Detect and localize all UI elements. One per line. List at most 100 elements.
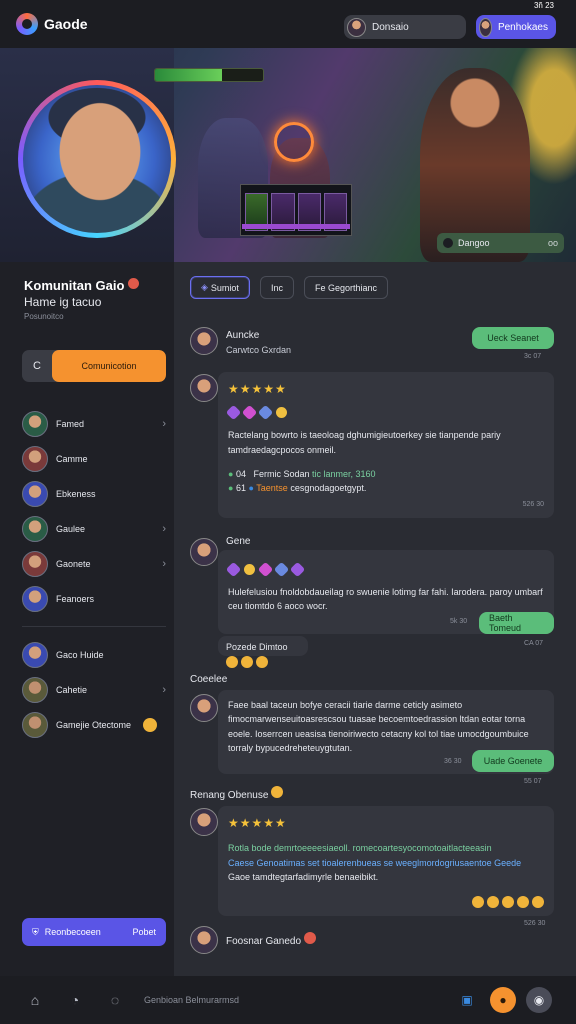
tab-inc[interactable]: Inc [259, 276, 294, 299]
wink-emoji-icon[interactable] [517, 896, 529, 908]
tab-sumiot[interactable]: ◈ Sumiot [190, 276, 250, 299]
reply-chip[interactable]: Uade Goenete [472, 750, 554, 772]
profile-icon[interactable]: ◉ [526, 987, 552, 1013]
sidebar-item-label: Famed [56, 418, 85, 429]
join-secondary-button[interactable]: C [22, 350, 52, 382]
avatar [23, 85, 171, 233]
avatar[interactable] [190, 694, 218, 722]
avatar[interactable] [190, 926, 218, 954]
reply-chip[interactable]: Baeth Tomeud [479, 612, 554, 634]
smile-emoji-icon[interactable] [532, 896, 544, 908]
community-avatar[interactable] [18, 80, 176, 238]
sidebar-item-feanoers[interactable]: Feanoers [22, 581, 166, 616]
rating-stars: ★★★★★ [228, 816, 287, 830]
avatar[interactable] [190, 538, 218, 566]
smile-emoji-icon[interactable] [502, 896, 514, 908]
post-author-text: Foosnar Ganedo [226, 936, 302, 947]
sidebar-item-famed[interactable]: Famed › [22, 406, 166, 441]
stat-highlight: tic lanmer, 3160 [312, 468, 376, 479]
sidebar-nav: Famed › Camme Ebkeness Gaulee › Gaonete … [22, 406, 166, 742]
reaction-label[interactable]: Pozede Dimtoo [218, 636, 308, 656]
hero-tag-button[interactable]: Dangoo oo [437, 233, 564, 253]
sidebar: Komunitan Gaio Hame ig tacuo Posunoitco … [0, 262, 174, 976]
avatar [479, 17, 492, 37]
sidebar-item-gaonete[interactable]: Gaonete › [22, 546, 166, 581]
sidebar-item-label: Ebkeness [56, 488, 96, 499]
post-author[interactable]: Renang Obenuse [190, 786, 284, 801]
post-author[interactable]: Foosnar Ganedo [226, 932, 316, 947]
laugh-emoji-icon[interactable] [487, 896, 499, 908]
post-card: ★★★★★ Ractelang bowrto is taeoloag dghum… [218, 372, 554, 518]
join-control: C Comunicotion [22, 350, 166, 382]
gem-icon [273, 561, 290, 578]
community-title-text: Komunitan Gaio [24, 278, 125, 293]
leaf-icon: ● [228, 483, 234, 494]
sidebar-item-gamejie[interactable]: Gamejie Otectome [22, 707, 166, 742]
reaction-emojis [226, 656, 268, 668]
post-author[interactable]: Auncke [226, 330, 259, 341]
smile-emoji-icon [143, 717, 158, 732]
sidebar-item-label: Gaco Huide [56, 649, 104, 660]
hero-tag-label: Dangoo [458, 238, 490, 248]
sidebar-item-label: Camme [56, 453, 88, 464]
smile-emoji-icon[interactable] [226, 656, 238, 668]
avatar [22, 711, 48, 738]
avatar[interactable] [190, 808, 218, 836]
health-bar-fill [155, 69, 222, 81]
post-author[interactable]: Gene [226, 536, 250, 547]
avatar[interactable] [190, 327, 218, 355]
divider [22, 626, 166, 627]
chevron-right-icon: › [162, 522, 166, 535]
chat-icon[interactable]: ◔ [64, 989, 86, 1011]
status-text: Genbioan Belmurarmsd [144, 995, 240, 1005]
post-text: Caese Genoatimas set tioalerenbueas se w… [228, 857, 522, 868]
sidebar-item-label: Gamejie Otectome [56, 719, 132, 730]
sidebar-item-gaco-huide[interactable]: Gaco Huide [22, 637, 166, 672]
post-text: Rotla bode demrtoeeeesiaeoll. romecoarte… [228, 843, 492, 854]
sidebar-item-gaulee[interactable]: Gaulee › [22, 511, 166, 546]
community-title: Komunitan Gaio [24, 278, 140, 293]
tab-gegorthianc[interactable]: Fe Gegorthianc [303, 276, 388, 299]
sidebar-item-ebkeness[interactable]: Ebkeness [22, 476, 166, 511]
camera-icon[interactable]: ▣ [454, 987, 480, 1013]
avatar [22, 445, 48, 472]
gem-row [225, 404, 544, 421]
home-icon[interactable]: ⌂ [24, 989, 46, 1011]
avatar[interactable] [190, 374, 218, 402]
gem-icon [257, 404, 274, 421]
reply-chip[interactable]: Ueck Seanet [472, 327, 554, 349]
avatar [347, 17, 366, 37]
gem-icon [289, 561, 306, 578]
gem-icon [257, 561, 274, 578]
laugh-emoji-icon[interactable] [241, 656, 253, 668]
bottom-bar: ⌂ ◔ ◌ Genbioan Belmurarmsd ▣ ● ◉ [0, 976, 576, 1024]
stat-value: 04 [235, 468, 246, 479]
profile-button[interactable]: Penhokaes [476, 15, 556, 39]
message-icon[interactable]: ◌ [104, 989, 126, 1011]
sidebar-item-camme[interactable]: Camme [22, 441, 166, 476]
user-button[interactable]: Donsaio [344, 15, 466, 39]
user-label: Donsaio [372, 21, 409, 33]
join-community-button[interactable]: Comunicotion [52, 350, 166, 382]
app-name: Gaode [44, 16, 88, 32]
sidebar-item-label: Gaulee [56, 523, 86, 534]
timestamp: 36 30 [444, 758, 462, 765]
avatar [22, 676, 48, 703]
reaction-emojis [472, 896, 544, 908]
sidebar-item-cahetie[interactable]: Cahetie › [22, 672, 166, 707]
post-text: Gaoe tamdtegtarfadimyrle benaeibikt. [228, 871, 379, 882]
app-logo[interactable]: Gaode [16, 13, 88, 35]
smile-emoji-icon[interactable] [472, 896, 484, 908]
post-stat-line: ● 61 ● Taentse cesgnodagoetgypt. [228, 481, 544, 495]
smile-emoji-icon[interactable] [256, 656, 268, 668]
post-author[interactable]: Coeelee [190, 674, 227, 685]
tag-icon [443, 238, 453, 248]
sidebar-item-label: Feanoers [56, 593, 95, 604]
avatar [22, 641, 48, 668]
mana-bar [242, 224, 350, 229]
game-icon[interactable]: ● [490, 987, 516, 1013]
gem-icon [241, 404, 258, 421]
invite-button[interactable]: ⛨ Reonbecoeen Pobet [22, 918, 166, 946]
timestamp: 5k 30 [450, 618, 468, 625]
stat-value: 61 [235, 483, 246, 494]
